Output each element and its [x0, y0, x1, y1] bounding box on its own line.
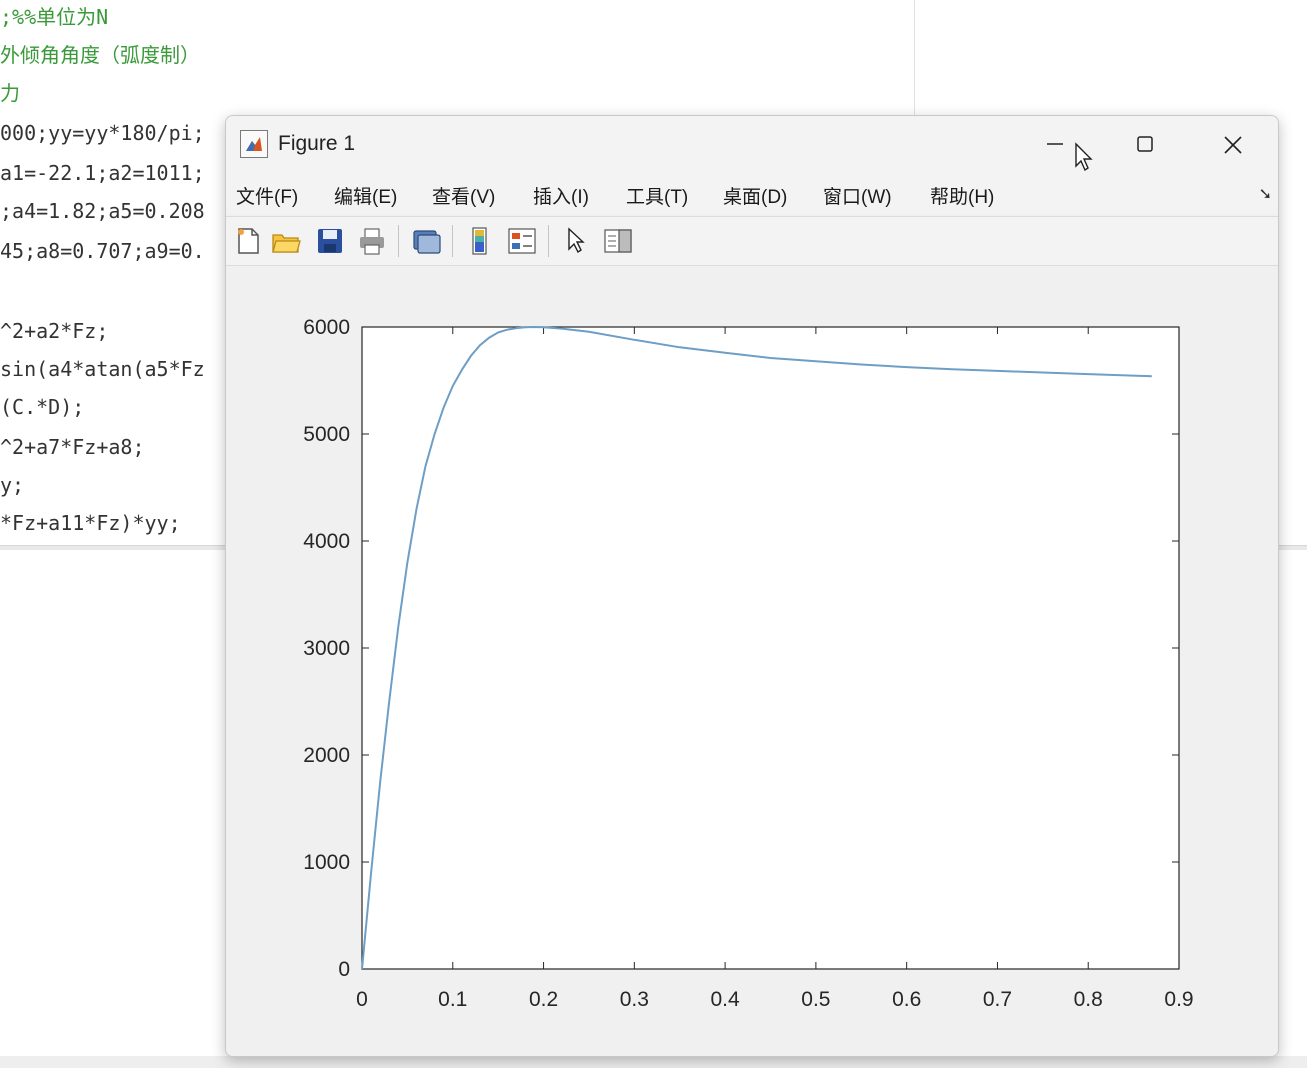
- status-strip: [0, 1056, 1307, 1068]
- window-title: Figure 1: [278, 132, 356, 155]
- menu-insert[interactable]: 插入(I): [533, 182, 589, 209]
- axes-background: [362, 327, 1179, 969]
- toolbar-separator: [548, 225, 549, 257]
- minimize-icon: [1047, 143, 1063, 145]
- figure-window[interactable]: Figure 1 文件(F) 编辑(E) 查看(V) 插入(I) 工具(T) 桌…: [225, 115, 1279, 1057]
- colorbar-icon: [472, 227, 487, 255]
- y-tick-label: 3000: [303, 637, 350, 660]
- y-tick-label: 0: [338, 958, 350, 981]
- menu-desktop[interactable]: 桌面(D): [723, 182, 787, 209]
- code-line[interactable]: 外倾角角度（弧度制）: [0, 40, 200, 70]
- figure-toolbar: [226, 216, 1278, 266]
- open-file-icon: [272, 234, 301, 253]
- x-tick-label: 0.1: [438, 988, 467, 1011]
- menu-edit[interactable]: 编辑(E): [334, 182, 397, 209]
- toolbar-separator: [452, 225, 453, 257]
- x-tick-label: 0.4: [711, 988, 741, 1011]
- x-tick-label: 0.3: [620, 988, 649, 1011]
- save-icon: [318, 229, 342, 253]
- y-tick-label: 1000: [303, 851, 350, 874]
- colorbar-button[interactable]: [464, 225, 496, 257]
- code-line[interactable]: 45;a8=0.707;a9=0.: [0, 236, 205, 266]
- save-button[interactable]: [314, 225, 346, 257]
- link-plot-icon: [413, 230, 441, 254]
- menu-bar: 文件(F) 编辑(E) 查看(V) 插入(I) 工具(T) 桌面(D) 窗口(W…: [226, 174, 1278, 214]
- open-file-button[interactable]: [270, 225, 302, 257]
- figure-canvas[interactable]: 0 0.1 0.2 0.3 0.4 0.5 0.6 0.7 0.8 0.9 0 1000 2000 30…: [226, 266, 1278, 1056]
- legend-icon: [508, 228, 536, 254]
- edit-plot-pointer-icon: [568, 227, 585, 254]
- code-line[interactable]: ^2+a7*Fz+a8;: [0, 432, 145, 462]
- menu-file[interactable]: 文件(F): [236, 182, 298, 209]
- code-line[interactable]: ^2+a2*Fz;: [0, 316, 108, 346]
- print-icon: [360, 228, 384, 255]
- code-line[interactable]: sin(a4*atan(a5*Fz: [0, 354, 205, 384]
- legend-button[interactable]: [506, 225, 538, 257]
- menu-tools[interactable]: 工具(T): [626, 182, 688, 209]
- edit-plot-button[interactable]: [560, 225, 592, 257]
- x-tick-label: 0.2: [529, 988, 558, 1011]
- close-button[interactable]: [1190, 116, 1276, 174]
- x-tick-label: 0.5: [801, 988, 830, 1011]
- property-inspector-button[interactable]: [602, 225, 634, 257]
- link-plot-button[interactable]: [410, 225, 442, 257]
- property-inspector-icon: [604, 229, 632, 253]
- y-tick-label: 5000: [303, 423, 350, 446]
- line-plot[interactable]: 0 0.1 0.2 0.3 0.4 0.5 0.6 0.7 0.8 0.9 0 1000 2000 30…: [226, 266, 1278, 1056]
- print-button[interactable]: [356, 225, 388, 257]
- code-line[interactable]: 力: [0, 78, 20, 108]
- toolbar-separator: [398, 225, 399, 257]
- maximize-button[interactable]: [1102, 116, 1188, 174]
- mouse-cursor-icon: [1075, 142, 1093, 172]
- x-tick-label: 0.8: [1074, 988, 1103, 1011]
- title-bar[interactable]: Figure 1: [226, 116, 1278, 174]
- dock-arrow-icon[interactable]: ➘: [1259, 184, 1272, 204]
- x-tick-label: 0.9: [1164, 988, 1193, 1011]
- x-tick-label: 0.7: [983, 988, 1012, 1011]
- y-tick-label: 2000: [303, 744, 350, 767]
- menu-help[interactable]: 帮助(H): [930, 182, 994, 209]
- x-tick-label: 0.6: [892, 988, 921, 1011]
- code-line[interactable]: ;%%单位为N: [0, 2, 108, 32]
- code-line[interactable]: 000;yy=yy*180/pi;: [0, 118, 205, 148]
- x-tick-label: 0: [356, 988, 368, 1011]
- code-line[interactable]: a1=-22.1;a2=1011;: [0, 158, 205, 188]
- menu-window[interactable]: 窗口(W): [823, 182, 892, 209]
- new-figure-button[interactable]: [232, 225, 264, 257]
- new-figure-icon: [238, 228, 259, 254]
- code-line[interactable]: *Fz+a11*Fz)*yy;: [0, 508, 181, 538]
- y-tick-label: 6000: [303, 316, 350, 339]
- code-line[interactable]: (C.*D);: [0, 392, 84, 422]
- close-icon: [1224, 136, 1242, 154]
- maximize-icon: [1137, 136, 1153, 152]
- matlab-figure-icon: [240, 130, 268, 158]
- y-tick-label: 4000: [303, 530, 350, 553]
- menu-view[interactable]: 查看(V): [432, 182, 495, 209]
- code-line[interactable]: y;: [0, 470, 24, 500]
- code-line[interactable]: ;a4=1.82;a5=0.208: [0, 196, 205, 226]
